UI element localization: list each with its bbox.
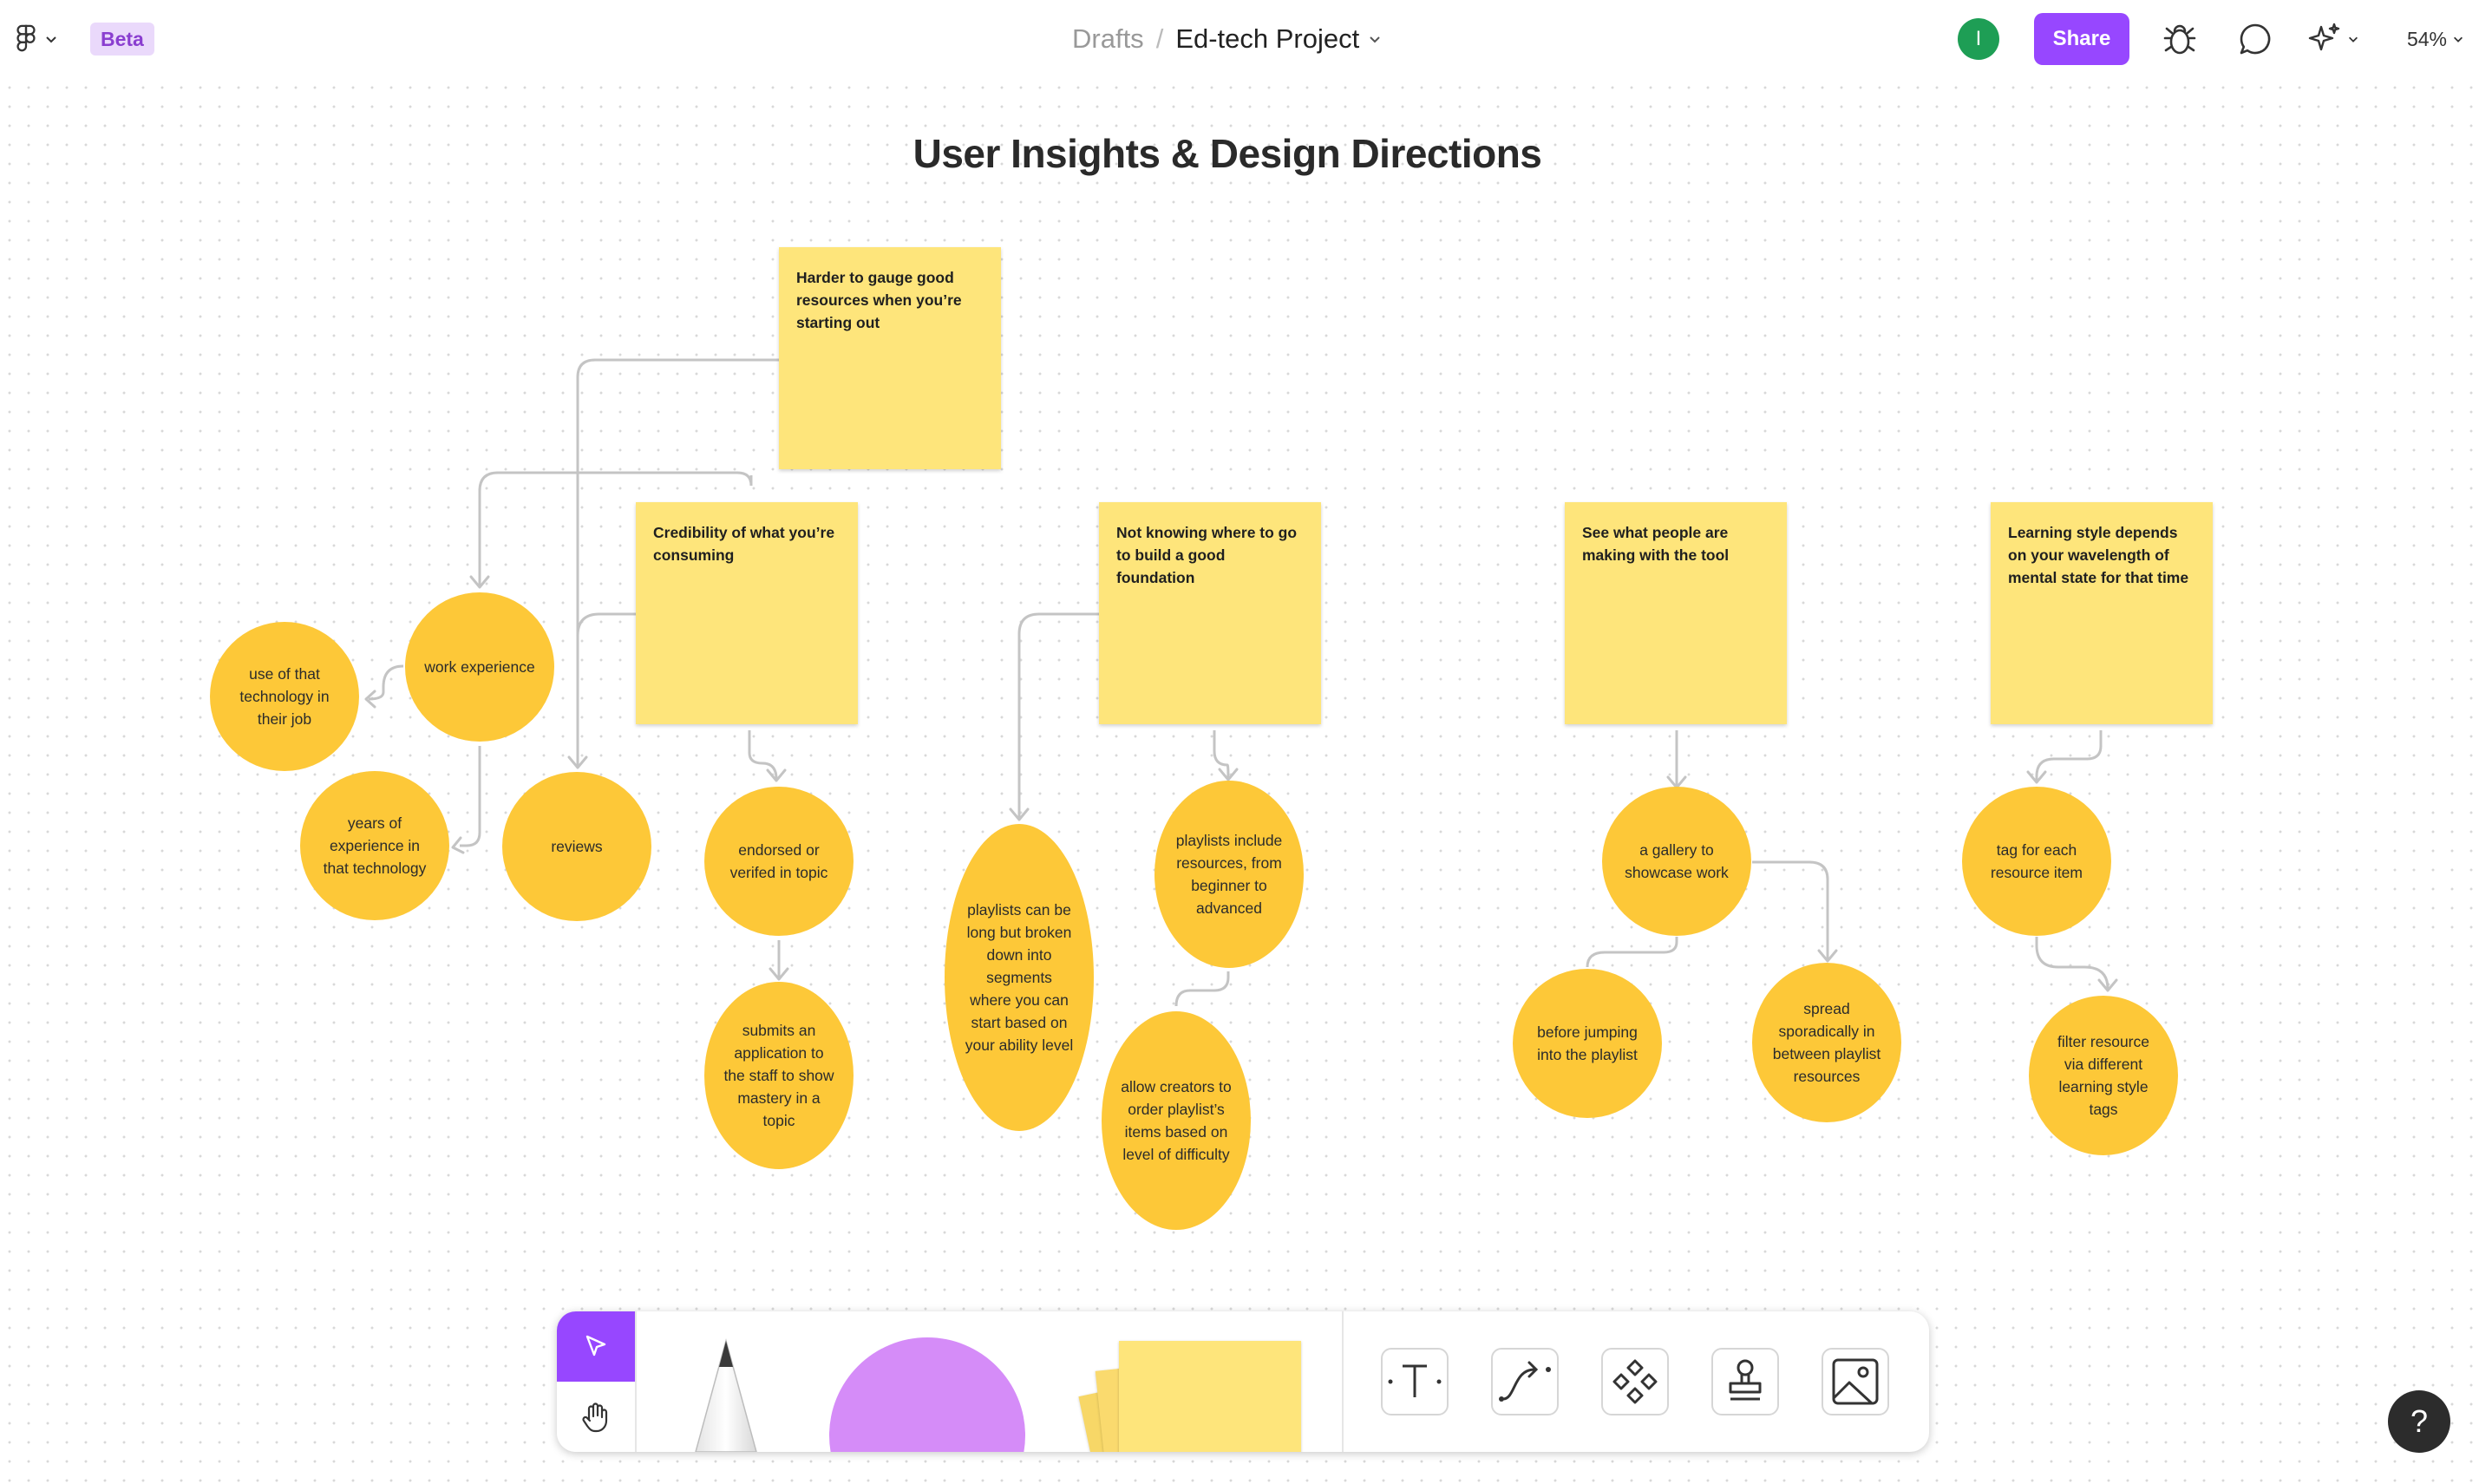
main-menu-button[interactable] — [9, 19, 62, 59]
insight-circle-years-experience[interactable]: years of experience in that technology — [300, 771, 449, 920]
help-button[interactable]: ? — [2388, 1390, 2450, 1453]
component-icon — [1612, 1359, 1658, 1404]
comment-icon — [2240, 23, 2271, 55]
insight-circle-submits-application[interactable]: submits an application to the staff to s… — [704, 982, 854, 1169]
chevron-down-icon — [2349, 36, 2358, 42]
chevron-down-icon — [46, 36, 56, 43]
user-avatar[interactable]: I — [1958, 18, 1999, 60]
insight-circle-endorsed[interactable]: endorsed or verifed in topic — [704, 787, 854, 936]
debug-button[interactable] — [2158, 17, 2201, 61]
cursor-arrow-icon — [585, 1335, 606, 1356]
zoom-level: 54% — [2406, 27, 2448, 50]
creation-toolbar — [557, 1311, 1929, 1452]
text-icon — [1388, 1364, 1442, 1397]
insight-circle-allow-creators[interactable]: allow creators to order playlist’s items… — [1102, 1011, 1251, 1230]
sticky-note[interactable]: Not knowing where to go to build a good … — [1099, 502, 1321, 724]
text-tool-button[interactable] — [1381, 1348, 1449, 1415]
sticky-tool[interactable] — [1077, 1336, 1303, 1452]
sticky-note[interactable]: Harder to gauge good resources when you’… — [779, 247, 1001, 469]
component-tool-button[interactable] — [1601, 1348, 1669, 1415]
file-title[interactable]: Ed-tech Project — [1175, 23, 1359, 55]
figma-logo-icon — [16, 24, 36, 52]
share-button[interactable]: Share — [2034, 13, 2129, 65]
sticky-note[interactable]: Learning style depends on your wavelengt… — [1991, 502, 2213, 724]
breadcrumb-separator: / — [1155, 23, 1164, 54]
hand-icon — [582, 1402, 608, 1432]
toolbar-divider — [635, 1311, 637, 1452]
insight-circle-gallery[interactable]: a gallery to showcase work — [1602, 787, 1751, 936]
beta-badge: Beta — [90, 23, 154, 56]
insight-circle-filter-resource[interactable]: filter resource via different learning s… — [2029, 996, 2178, 1155]
hand-tool-button[interactable] — [557, 1382, 635, 1452]
image-tool-button[interactable] — [1822, 1348, 1889, 1415]
bug-icon — [2163, 24, 2196, 55]
connector-tool-button[interactable] — [1491, 1348, 1559, 1415]
stamp-icon — [1729, 1359, 1762, 1401]
sticky-note[interactable]: See what people are making with the tool — [1565, 502, 1787, 724]
chevron-down-icon[interactable] — [1368, 32, 1382, 46]
move-tool-button[interactable] — [557, 1311, 635, 1382]
zoom-control[interactable]: 54% — [2401, 19, 2470, 59]
breadcrumb: Drafts / Ed-tech Project — [1024, 19, 1388, 59]
insight-circle-reviews[interactable]: reviews — [502, 772, 651, 921]
insight-circle-playlists-segments[interactable]: playlists can be long but broken down in… — [945, 824, 1094, 1131]
stamp-tool-button[interactable] — [1711, 1348, 1779, 1415]
insight-circle-playlists-include[interactable]: playlists include resources, from beginn… — [1154, 781, 1304, 968]
insight-circle-before-jumping[interactable]: before jumping into the playlist — [1513, 969, 1662, 1118]
insight-circle-work-experience[interactable]: work experience — [405, 592, 554, 742]
top-bar: Beta Drafts / Ed-tech Project I Share 54… — [0, 0, 2479, 78]
insight-circle-use-of-tech[interactable]: use of that technology in their job — [210, 622, 359, 771]
shape-tool[interactable] — [829, 1337, 1025, 1452]
toolbar-divider — [1342, 1311, 1344, 1452]
chevron-down-icon — [2454, 36, 2463, 42]
image-icon — [1832, 1358, 1879, 1405]
connector-icon — [1499, 1361, 1551, 1402]
pen-tool[interactable] — [678, 1336, 774, 1452]
breadcrumb-drafts[interactable]: Drafts — [1072, 23, 1144, 55]
ai-actions-button[interactable] — [2300, 17, 2366, 61]
insight-circle-tag-resource[interactable]: tag for each resource item — [1962, 787, 2111, 936]
sticky-preview-front — [1119, 1341, 1301, 1452]
insight-circle-spread[interactable]: spread sporadically in between playlist … — [1752, 963, 1901, 1122]
connectors — [364, 358, 2118, 1007]
comment-button[interactable] — [2234, 17, 2277, 61]
sparkle-icon — [2308, 23, 2340, 51]
sticky-note[interactable]: Credibility of what you’re consuming — [636, 502, 858, 724]
pen-icon — [695, 1338, 757, 1452]
shape-preview — [829, 1337, 1025, 1452]
